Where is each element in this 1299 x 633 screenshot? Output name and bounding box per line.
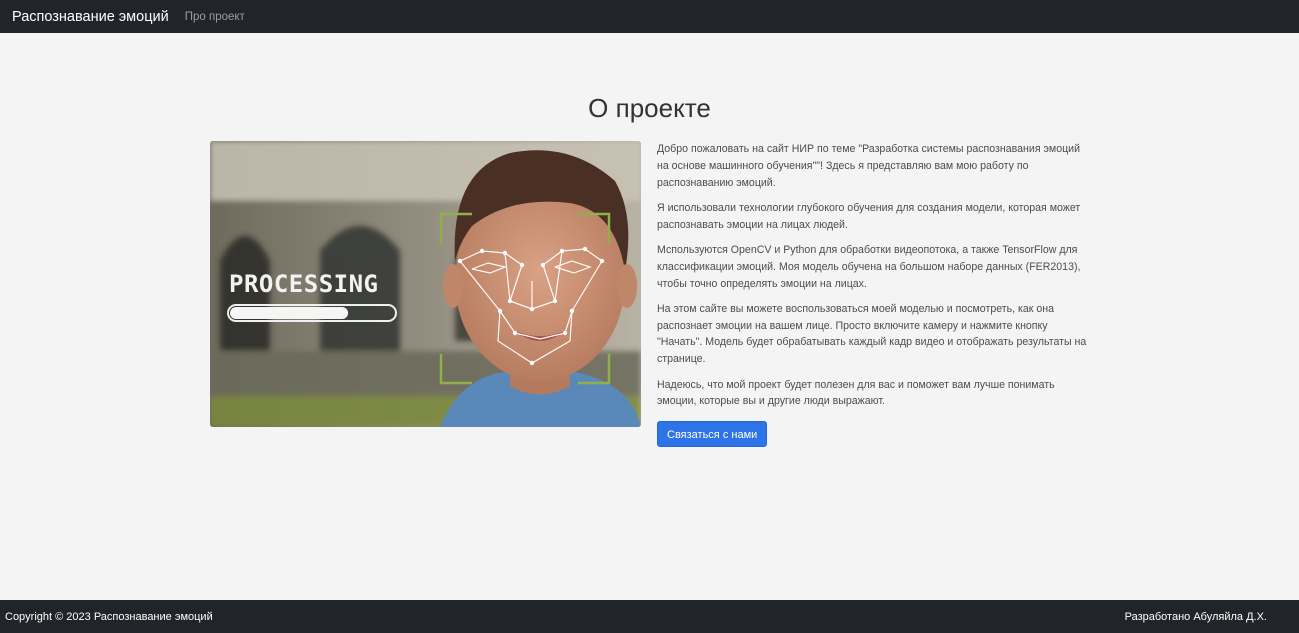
navbar-brand[interactable]: Распознавание эмоций (12, 9, 169, 25)
navbar: Распознавание эмоций Про проект (0, 0, 1299, 33)
about-content: Добро пожаловать на сайт НИР по теме "Ра… (657, 141, 1093, 447)
page-title: О проекте (588, 93, 711, 123)
footer-copyright: Copyright © 2023 Распознавание эмоций (5, 610, 213, 623)
hero-image: PROCESSING (210, 141, 641, 427)
processing-label: PROCESSING (229, 270, 379, 298)
tools-paragraph: Мспользуются OpenCV и Python для обработ… (657, 243, 1081, 290)
intro-paragraph: Добро пожаловать на сайт НИР по теме "Ра… (657, 143, 1080, 189)
nav-link-about[interactable]: Про проект (185, 11, 245, 23)
closing-paragraph: Надеюсь, что мой проект будет полезен дл… (657, 378, 1055, 408)
contact-button[interactable]: Связаться с нами (657, 420, 768, 447)
technology-paragraph: Я использовали технологии глубокого обуч… (657, 201, 1081, 231)
footer-author: Разработано Абуляйла Д.Х. (1124, 610, 1267, 623)
footer: Copyright © 2023 Распознавание эмоций Ра… (0, 600, 1299, 633)
usage-paragraph: На этом сайте вы можете воспользоваться … (657, 302, 1087, 366)
